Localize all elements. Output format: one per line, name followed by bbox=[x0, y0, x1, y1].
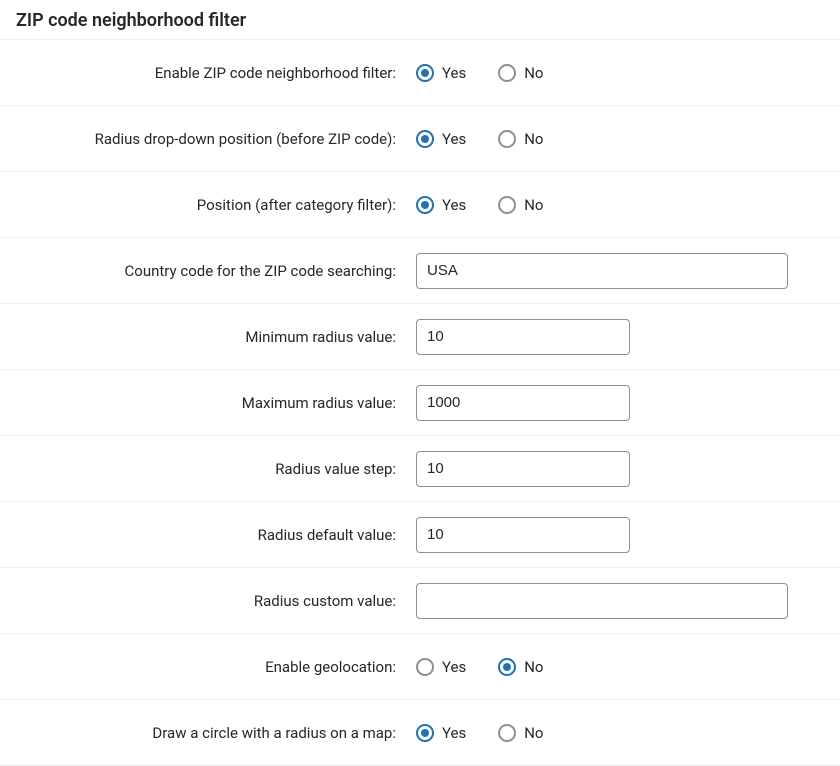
label-min-radius: Minimum radius value: bbox=[16, 328, 416, 346]
input-min-radius[interactable] bbox=[416, 319, 630, 355]
label-enable-geolocation: Enable geolocation: bbox=[16, 658, 416, 676]
row-country-code: Country code for the ZIP code searching: bbox=[0, 238, 840, 304]
radio-icon bbox=[498, 64, 516, 82]
radio-enable-geolocation-yes[interactable]: Yes bbox=[416, 658, 466, 676]
radio-label-yes: Yes bbox=[442, 658, 466, 676]
row-enable-geolocation: Enable geolocation: Yes No bbox=[0, 634, 840, 700]
radio-label-no: No bbox=[524, 196, 543, 214]
radio-icon bbox=[498, 196, 516, 214]
label-enable-zip-filter: Enable ZIP code neighborhood filter: bbox=[16, 64, 416, 82]
input-country-code[interactable] bbox=[416, 253, 788, 289]
radio-dot-icon bbox=[421, 69, 429, 77]
input-radius-default[interactable] bbox=[416, 517, 630, 553]
radio-icon bbox=[416, 130, 434, 148]
row-radius-position: Radius drop-down position (before ZIP co… bbox=[0, 106, 840, 172]
radio-dot-icon bbox=[421, 135, 429, 143]
radio-group-radius-position: Yes No bbox=[416, 130, 544, 148]
label-draw-circle: Draw a circle with a radius on a map: bbox=[16, 724, 416, 742]
label-radius-default: Radius default value: bbox=[16, 526, 416, 544]
radio-label-yes: Yes bbox=[442, 196, 466, 214]
radio-radius-position-no[interactable]: No bbox=[498, 130, 543, 148]
label-radius-step: Radius value step: bbox=[16, 460, 416, 478]
input-radius-custom[interactable] bbox=[416, 583, 788, 619]
radio-enable-zip-filter-yes[interactable]: Yes bbox=[416, 64, 466, 82]
radio-icon bbox=[498, 658, 516, 676]
radio-label-yes: Yes bbox=[442, 130, 466, 148]
row-draw-circle: Draw a circle with a radius on a map: Ye… bbox=[0, 700, 840, 766]
label-max-radius: Maximum radius value: bbox=[16, 394, 416, 412]
label-position-after-category: Position (after category filter): bbox=[16, 196, 416, 214]
row-min-radius: Minimum radius value: bbox=[0, 304, 840, 370]
radio-group-enable-geolocation: Yes No bbox=[416, 658, 544, 676]
radio-dot-icon bbox=[503, 663, 511, 671]
radio-group-enable-zip-filter: Yes No bbox=[416, 64, 544, 82]
radio-label-no: No bbox=[524, 64, 543, 82]
radio-dot-icon bbox=[421, 201, 429, 209]
label-radius-position: Radius drop-down position (before ZIP co… bbox=[16, 130, 416, 148]
row-position-after-category: Position (after category filter): Yes No bbox=[0, 172, 840, 238]
radio-group-position-after-category: Yes No bbox=[416, 196, 544, 214]
radio-label-no: No bbox=[524, 724, 543, 742]
radio-icon bbox=[498, 724, 516, 742]
radio-group-draw-circle: Yes No bbox=[416, 724, 544, 742]
section-title: ZIP code neighborhood filter bbox=[0, 0, 840, 40]
radio-enable-zip-filter-no[interactable]: No bbox=[498, 64, 543, 82]
radio-dot-icon bbox=[421, 729, 429, 737]
radio-label-no: No bbox=[524, 130, 543, 148]
row-radius-custom: Radius custom value: bbox=[0, 568, 840, 634]
radio-icon bbox=[416, 658, 434, 676]
radio-icon bbox=[498, 130, 516, 148]
row-radius-step: Radius value step: bbox=[0, 436, 840, 502]
radio-position-after-category-no[interactable]: No bbox=[498, 196, 543, 214]
radio-draw-circle-no[interactable]: No bbox=[498, 724, 543, 742]
radio-icon bbox=[416, 196, 434, 214]
input-radius-step[interactable] bbox=[416, 451, 630, 487]
radio-icon bbox=[416, 724, 434, 742]
input-max-radius[interactable] bbox=[416, 385, 630, 421]
row-max-radius: Maximum radius value: bbox=[0, 370, 840, 436]
radio-label-no: No bbox=[524, 658, 543, 676]
radio-label-yes: Yes bbox=[442, 64, 466, 82]
radio-icon bbox=[416, 64, 434, 82]
radio-label-yes: Yes bbox=[442, 724, 466, 742]
label-country-code: Country code for the ZIP code searching: bbox=[16, 262, 416, 280]
radio-radius-position-yes[interactable]: Yes bbox=[416, 130, 466, 148]
row-radius-default: Radius default value: bbox=[0, 502, 840, 568]
label-radius-custom: Radius custom value: bbox=[16, 592, 416, 610]
radio-draw-circle-yes[interactable]: Yes bbox=[416, 724, 466, 742]
radio-position-after-category-yes[interactable]: Yes bbox=[416, 196, 466, 214]
radio-enable-geolocation-no[interactable]: No bbox=[498, 658, 543, 676]
row-enable-zip-filter: Enable ZIP code neighborhood filter: Yes… bbox=[0, 40, 840, 106]
